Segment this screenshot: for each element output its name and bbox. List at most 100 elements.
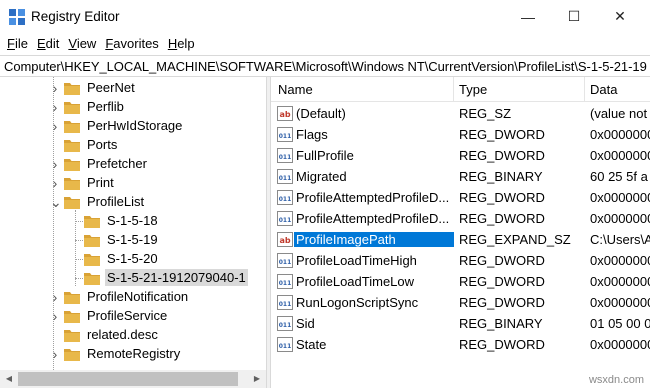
tree-item[interactable]: Ports [0,136,266,155]
value-type: REG_DWORD [459,274,545,289]
column-divider[interactable] [584,77,585,102]
tree-item-label[interactable]: S-1-5-19 [105,231,160,248]
value-row[interactable]: 011 ProfileLoadTimeLow REG_DWORD 0x0000000 [271,271,650,292]
binary-value-icon: 011 [277,127,293,142]
svg-text:011: 011 [279,259,292,266]
svg-text:011: 011 [279,301,292,308]
svg-text:011: 011 [279,175,292,182]
value-row[interactable]: ab ProfileImagePath REG_EXPAND_SZ C:\Users\… [271,229,650,250]
tree-item-label[interactable]: Prefetcher [85,155,149,172]
minimize-button[interactable]: — [505,0,551,33]
value-row[interactable]: 011 State REG_DWORD 0x0000000 [271,334,650,355]
tree-item-label[interactable]: Perflib [85,98,126,115]
menu-file[interactable]: File [3,33,32,55]
value-type: REG_DWORD [459,190,545,205]
string-value-icon: ab [277,106,293,121]
folder-icon [84,216,100,228]
tree-item-label[interactable]: related.desc [85,326,160,343]
address-bar[interactable]: Computer\HKEY_LOCAL_MACHINE\SOFTWARE\Mic… [0,55,650,77]
expand-chevron-icon[interactable]: › [50,176,60,190]
svg-text:011: 011 [279,322,292,329]
value-type: REG_DWORD [459,148,545,163]
value-row[interactable]: 011 ProfileLoadTimeHigh REG_DWORD 0x0000000 [271,250,650,271]
value-name: ProfileImagePath [294,232,454,247]
value-row[interactable]: 011 Sid REG_BINARY 01 05 00 0 [271,313,650,334]
tree-item[interactable]: › RemoteRegistry [0,345,266,364]
value-type: REG_DWORD [459,127,545,142]
column-header-type[interactable]: Type [459,82,487,97]
expand-chevron-icon[interactable]: › [50,157,60,171]
tree-item[interactable]: › PeerNet [0,79,266,98]
tree-item[interactable]: › Prefetcher [0,155,266,174]
svg-text:011: 011 [279,133,292,140]
menu-help[interactable]: Help [164,33,199,55]
value-type: REG_DWORD [459,295,545,310]
tree-item-label[interactable]: PeerNet [85,79,137,96]
tree-item[interactable]: › PerHwIdStorage [0,117,266,136]
folder-icon [84,254,100,266]
tree-item[interactable]: › ProfileNotification [0,288,266,307]
menu-favorites[interactable]: Favorites [101,33,162,55]
folder-icon [84,235,100,247]
tree-item[interactable]: S-1-5-20 [0,250,266,269]
value-row[interactable]: 011 Migrated REG_BINARY 60 25 5f a [271,166,650,187]
value-data: 01 05 00 0 [590,316,650,331]
expand-chevron-icon[interactable]: › [50,81,60,95]
tree-item[interactable]: S-1-5-18 [0,212,266,231]
close-button[interactable]: ✕ [597,0,643,33]
tree-item[interactable]: ⌄ ProfileList [0,193,266,212]
tree-item-label[interactable]: ProfileService [85,307,169,324]
title-bar: Registry Editor — ☐ ✕ [0,0,650,33]
svg-text:ab: ab [279,236,290,245]
folder-icon [64,140,80,152]
tree-item[interactable]: › Print [0,174,266,193]
expand-chevron-icon[interactable]: › [50,290,60,304]
value-data: 0x0000000 [590,190,650,205]
tree-item-label[interactable]: Ports [85,136,119,153]
tree-item-label[interactable]: ProfileList [85,193,146,210]
value-row[interactable]: 011 ProfileAttemptedProfileD... REG_DWORD 0… [271,187,650,208]
tree-item[interactable]: › Perflib [0,98,266,117]
folder-icon [64,292,80,304]
values-list[interactable]: Name Type Data ab (Default) REG_SZ (value n… [271,77,650,388]
value-row[interactable]: ab (Default) REG_SZ (value not [271,103,650,124]
expand-chevron-icon[interactable]: › [50,100,60,114]
tree-item[interactable]: S-1-5-21-1912079040-1 [0,269,266,288]
column-header-name[interactable]: Name [278,82,313,97]
column-divider[interactable] [453,77,454,102]
value-name: ProfileLoadTimeHigh [296,253,417,268]
scroll-right-icon[interactable]: ▶ [252,374,262,384]
tree-item-label[interactable]: RemoteRegistry [85,345,182,362]
tree-item-label[interactable]: S-1-5-20 [105,250,160,267]
column-header-data[interactable]: Data [590,82,617,97]
value-row[interactable]: 011 FullProfile REG_DWORD 0x0000000 [271,145,650,166]
value-row[interactable]: 011 Flags REG_DWORD 0x0000000 [271,124,650,145]
expand-chevron-icon[interactable]: › [50,347,60,361]
menu-view[interactable]: View [64,33,100,55]
menu-edit[interactable]: Edit [33,33,63,55]
maximize-button[interactable]: ☐ [551,0,597,33]
expand-chevron-icon[interactable]: › [50,119,60,133]
value-name: ProfileLoadTimeLow [296,274,415,289]
tree-item-label[interactable]: S-1-5-21-1912079040-1 [105,269,248,286]
svg-text:011: 011 [279,217,292,224]
collapse-chevron-icon[interactable]: ⌄ [50,195,62,209]
value-data: 0x0000000 [590,253,650,268]
value-data: 0x0000000 [590,127,650,142]
registry-tree[interactable]: › PeerNet › Perflib › PerHwIdStorage Ports › Pre… [0,77,266,388]
tree-item-label[interactable]: ProfileNotification [85,288,190,305]
expand-chevron-icon[interactable]: › [50,309,60,323]
address-path[interactable]: Computer\HKEY_LOCAL_MACHINE\SOFTWARE\Mic… [4,59,647,74]
tree-item-label[interactable]: Print [85,174,116,191]
tree-item-label[interactable]: PerHwIdStorage [85,117,184,134]
value-row[interactable]: 011 RunLogonScriptSync REG_DWORD 0x0000000 [271,292,650,313]
tree-item[interactable]: related.desc [0,326,266,345]
tree-item[interactable]: S-1-5-19 [0,231,266,250]
scroll-left-icon[interactable]: ◀ [4,374,14,384]
tree-item-label[interactable]: S-1-5-18 [105,212,160,229]
value-type: REG_DWORD [459,211,545,226]
tree-item[interactable]: › ProfileService [0,307,266,326]
value-row[interactable]: 011 ProfileAttemptedProfileD... REG_DWORD 0… [271,208,650,229]
tree-horizontal-scrollbar[interactable]: ◀ ▶ [0,370,266,388]
scrollbar-thumb[interactable] [18,372,238,386]
